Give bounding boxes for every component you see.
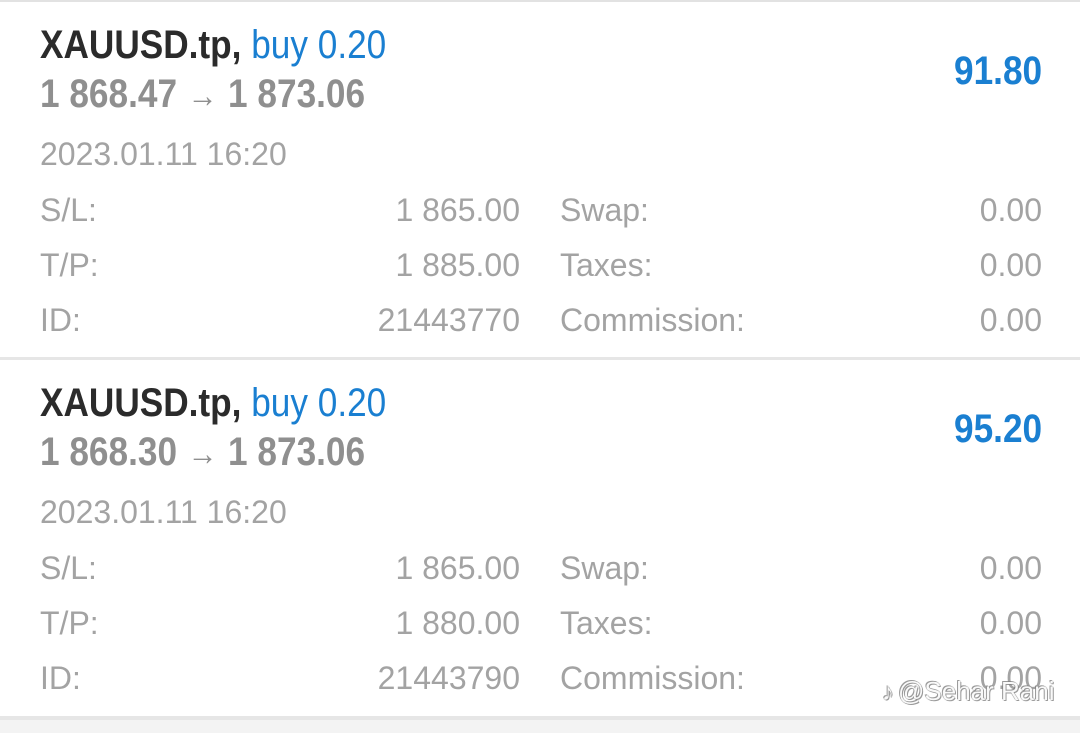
sl-value: 1 865.00 bbox=[395, 550, 520, 586]
open-price: 1 868.30 bbox=[40, 430, 178, 474]
commission-label: Commission: bbox=[560, 302, 745, 338]
price-row: 1 868.47 → 1 873.06 bbox=[40, 70, 365, 118]
id-value: 21443770 bbox=[377, 302, 520, 338]
watermark-text: @Sehar Rani bbox=[898, 676, 1055, 706]
watermark: ♪ @Sehar Rani bbox=[882, 674, 1054, 708]
symbol-label: XAUUSD.tp, bbox=[40, 381, 242, 425]
open-datetime: 2023.01.11 16:20 bbox=[40, 136, 287, 172]
detail-row-sl-swap: S/L: 1 865.00 Swap: 0.00 bbox=[0, 190, 1080, 230]
price-row: 1 868.30 → 1 873.06 bbox=[40, 428, 365, 476]
position-card[interactable]: XAUUSD.tp, buy 0.20 1 868.47 → 1 873.06 91… bbox=[0, 2, 1080, 358]
taxes-value: 0.00 bbox=[979, 247, 1042, 283]
id-value: 21443790 bbox=[377, 660, 520, 696]
commission-value: 0.00 bbox=[979, 302, 1042, 338]
swap-label: Swap: bbox=[560, 192, 649, 228]
open-price: 1 868.47 bbox=[40, 72, 178, 116]
taxes-label: Taxes: bbox=[560, 247, 653, 283]
position-title: XAUUSD.tp, buy 0.20 bbox=[40, 22, 386, 68]
bottom-strip bbox=[0, 720, 1080, 733]
detail-row-tp-taxes: T/P: 1 885.00 Taxes: 0.00 bbox=[0, 245, 1080, 285]
profit-value: 91.80 bbox=[953, 49, 1042, 93]
arrow-right-icon: → bbox=[187, 435, 218, 473]
open-datetime: 2023.01.11 16:20 bbox=[40, 494, 287, 530]
position-card[interactable]: XAUUSD.tp, buy 0.20 1 868.30 → 1 873.06 95… bbox=[0, 360, 1080, 716]
taxes-value: 0.00 bbox=[979, 605, 1042, 641]
order-type-volume: buy 0.20 bbox=[251, 381, 387, 425]
swap-value: 0.00 bbox=[979, 550, 1042, 586]
current-price: 1 873.06 bbox=[228, 430, 366, 474]
music-note-icon: ♪ bbox=[882, 679, 894, 706]
detail-row-id-commission: ID: 21443770 Commission: 0.00 bbox=[0, 300, 1080, 340]
tp-label: T/P: bbox=[40, 247, 99, 283]
sl-value: 1 865.00 bbox=[395, 192, 520, 228]
id-label: ID: bbox=[40, 302, 81, 338]
symbol-label: XAUUSD.tp, bbox=[40, 23, 242, 67]
position-title: XAUUSD.tp, buy 0.20 bbox=[40, 380, 386, 426]
commission-label: Commission: bbox=[560, 660, 745, 696]
id-label: ID: bbox=[40, 660, 81, 696]
sl-label: S/L: bbox=[40, 192, 97, 228]
swap-label: Swap: bbox=[560, 550, 649, 586]
arrow-right-icon: → bbox=[187, 77, 218, 115]
taxes-label: Taxes: bbox=[560, 605, 653, 641]
tp-value: 1 885.00 bbox=[395, 247, 520, 283]
tp-value: 1 880.00 bbox=[395, 605, 520, 641]
sl-label: S/L: bbox=[40, 550, 97, 586]
order-type-volume: buy 0.20 bbox=[251, 23, 387, 67]
detail-row-sl-swap: S/L: 1 865.00 Swap: 0.00 bbox=[0, 548, 1080, 588]
current-price: 1 873.06 bbox=[228, 72, 366, 116]
profit-value: 95.20 bbox=[953, 407, 1042, 451]
positions-list: XAUUSD.tp, buy 0.20 1 868.47 → 1 873.06 91… bbox=[0, 0, 1080, 733]
tp-label: T/P: bbox=[40, 605, 99, 641]
detail-row-tp-taxes: T/P: 1 880.00 Taxes: 0.00 bbox=[0, 603, 1080, 643]
swap-value: 0.00 bbox=[979, 192, 1042, 228]
